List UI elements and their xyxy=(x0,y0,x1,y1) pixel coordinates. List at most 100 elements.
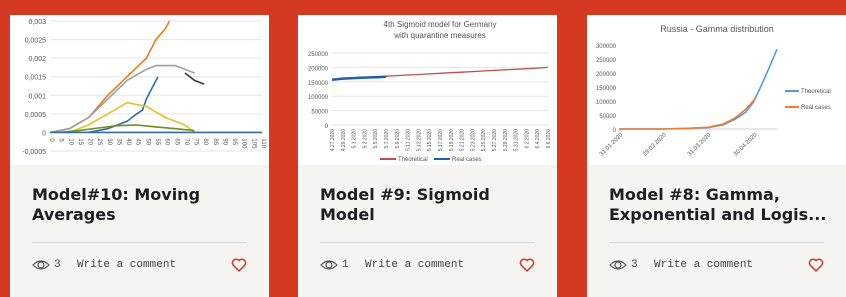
y-tick-label: 0,001 xyxy=(28,93,46,100)
y-tick-label: 250000 xyxy=(596,58,617,64)
x-tick-label: 5.15.2020 xyxy=(427,129,433,151)
y-tick-label: 150000 xyxy=(596,86,617,92)
x-tick-label: 30.04.2020 xyxy=(733,132,759,158)
y-tick-label: 300000 xyxy=(596,44,617,50)
x-tick-label: 55 xyxy=(154,138,160,145)
x-tick-label: 95 xyxy=(231,138,237,145)
x-tick-label: 5.11.2020 xyxy=(406,129,412,151)
post-thumbnail[interactable]: 4th Sigmoid model for Germany with quaran… xyxy=(298,15,557,165)
heart-icon[interactable] xyxy=(808,257,824,273)
x-tick-label: 5 xyxy=(58,138,64,142)
chart-title: 4th Sigmoid model for Germany xyxy=(384,20,497,29)
post-card[interactable]: 0,003 0,0025 0,002 0,0015 0,001 0,0005 0 -0,000… xyxy=(10,15,269,297)
legend-label: Real cases xyxy=(452,157,482,163)
x-tick-label: 5.23.2020 xyxy=(470,129,476,151)
y-tick-label: 0,0005 xyxy=(25,112,47,119)
legend-label: Real cases xyxy=(801,105,831,111)
write-comment-link[interactable]: Write a comment xyxy=(77,259,176,271)
legend-label: Theoretical xyxy=(801,89,831,95)
x-tick-label: 110 xyxy=(260,138,266,148)
y-tick-label: 0,0025 xyxy=(25,38,47,45)
x-tick-label: 31.01.2020 xyxy=(599,132,625,158)
divider xyxy=(32,242,247,243)
eye-icon xyxy=(320,260,338,270)
x-tick-label: 90 xyxy=(221,138,227,145)
heart-icon[interactable] xyxy=(519,257,535,273)
x-tick-label: 5.3.2020 xyxy=(362,129,368,149)
post-title[interactable]: Model#10: Moving Averages xyxy=(32,185,257,225)
y-tick-label: 0 xyxy=(613,128,617,134)
post-card[interactable]: 4th Sigmoid model for Germany with quaran… xyxy=(298,15,557,297)
x-tick-label: 5.21.2020 xyxy=(460,129,466,151)
x-tick-label: 105 xyxy=(250,138,256,149)
x-tick-label: 100 xyxy=(241,138,247,149)
x-tick-label: 75 xyxy=(193,138,199,145)
view-count: 3 xyxy=(631,259,638,271)
x-tick-label: 4.27.2020 xyxy=(330,129,336,151)
chart-gamma-russia: Russia - Gamma distribution 300000 250000 2… xyxy=(596,24,831,158)
x-tick-label: 6.2.2020 xyxy=(524,129,530,149)
post-card[interactable]: Russia - Gamma distribution 300000 250000 2… xyxy=(587,15,846,297)
x-tick-label: 6.6.2020 xyxy=(546,129,552,149)
x-tick-label: 5.17.2020 xyxy=(438,129,444,151)
x-tick-label: 5.27.2020 xyxy=(492,129,498,151)
x-tick-label: 40 xyxy=(125,138,131,145)
x-tick-label: 25 xyxy=(96,138,102,145)
y-tick-label: 200000 xyxy=(308,66,329,72)
x-tick-label: 30 xyxy=(106,138,112,145)
divider xyxy=(609,242,824,243)
y-tick-label: 50000 xyxy=(311,110,328,116)
series-line xyxy=(331,75,387,82)
x-tick-label: 10 xyxy=(67,138,73,145)
y-tick-label: 0,0015 xyxy=(25,75,47,82)
x-tick-label: 15 xyxy=(77,138,83,145)
x-tick-label: 5.5.2020 xyxy=(373,129,379,149)
y-tick-label: 0 xyxy=(325,124,329,130)
y-tick-label: 100000 xyxy=(596,100,617,106)
y-tick-label: 150000 xyxy=(308,81,329,87)
y-tick-label: 0,003 xyxy=(28,19,46,26)
post-thumbnail[interactable]: Russia - Gamma distribution 300000 250000 2… xyxy=(587,15,846,165)
series-line xyxy=(619,96,757,130)
chart-sigmoid-germany: 4th Sigmoid model for Germany with quaran… xyxy=(308,20,552,163)
x-tick-label: 6.4.2020 xyxy=(535,129,541,149)
x-tick-label: 50 xyxy=(144,138,150,145)
x-tick-label: 5.31.2020 xyxy=(514,129,520,151)
series-line xyxy=(184,72,205,85)
post-stats: 3 Write a comment xyxy=(609,257,824,275)
x-tick-label: 29.02.2020 xyxy=(642,132,668,158)
y-tick-label: 250000 xyxy=(308,52,329,58)
eye-icon xyxy=(609,260,627,270)
x-tick-label: 5.19.2020 xyxy=(449,129,455,151)
x-tick-label: 0 xyxy=(48,138,54,142)
write-comment-link[interactable]: Write a comment xyxy=(654,259,753,271)
heart-icon[interactable] xyxy=(231,257,247,273)
y-tick-label: 200000 xyxy=(596,72,617,78)
y-tick-label: 0 xyxy=(42,130,46,137)
eye-icon xyxy=(32,260,50,270)
write-comment-link[interactable]: Write a comment xyxy=(365,259,464,271)
y-tick-label: 100000 xyxy=(308,95,329,101)
post-stats: 3 Write a comment xyxy=(32,257,247,275)
x-tick-label: 45 xyxy=(135,138,141,145)
chart-title: Russia - Gamma distribution xyxy=(660,24,774,34)
divider xyxy=(320,242,535,243)
x-tick-label: 20 xyxy=(87,138,93,145)
x-tick-label: 60 xyxy=(164,138,170,145)
chart-moving-averages: 0,003 0,0025 0,002 0,0015 0,001 0,0005 0 -0,000… xyxy=(22,19,266,156)
y-tick-label: -0,0005 xyxy=(22,149,46,156)
post-title[interactable]: Model #9: Sigmoid Model xyxy=(320,185,545,225)
y-tick-label: 0,002 xyxy=(28,56,46,63)
x-tick-label: 65 xyxy=(173,138,179,145)
post-thumbnail[interactable]: 0,003 0,0025 0,002 0,0015 0,001 0,0005 0 -0,000… xyxy=(10,15,269,165)
view-count: 1 xyxy=(342,259,349,271)
view-count: 3 xyxy=(54,259,61,271)
legend-label: Theoretical xyxy=(398,157,428,163)
x-tick-label: 5.9.2020 xyxy=(395,129,401,149)
post-title[interactable]: Model #8: Gamma, Exponential and Logis..… xyxy=(609,185,834,225)
x-tick-label: 31.03.2020 xyxy=(687,132,713,158)
x-tick-label: 5.13.2020 xyxy=(416,129,422,151)
x-tick-label: 70 xyxy=(183,138,189,145)
x-tick-label: 4.29.2020 xyxy=(341,129,347,151)
x-tick-label: 5.7.2020 xyxy=(384,129,390,149)
